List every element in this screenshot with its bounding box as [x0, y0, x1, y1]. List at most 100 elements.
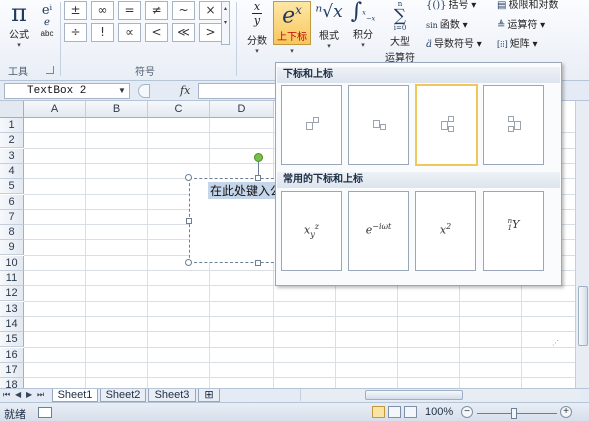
- symbol-plus-minus[interactable]: ±: [64, 1, 87, 20]
- select-all-corner[interactable]: [0, 101, 24, 118]
- row-header[interactable]: 12: [0, 286, 24, 302]
- symbol-much-less-than[interactable]: ≪: [172, 23, 195, 42]
- insert-function-button[interactable]: fx: [180, 84, 190, 97]
- symbol-tilde[interactable]: ~: [172, 1, 195, 20]
- common-script-x-sub-y-sup-z[interactable]: xyz: [281, 191, 342, 271]
- row-header[interactable]: 1: [0, 118, 24, 133]
- sigma-icon: ℯ: [44, 17, 50, 28]
- script-button[interactable]: ex 上下标: [273, 1, 311, 45]
- column-header-b[interactable]: B: [86, 101, 148, 118]
- formula-input[interactable]: [198, 83, 278, 99]
- sheet-tab-2[interactable]: Sheet2: [100, 389, 146, 402]
- next-sheet-icon[interactable]: ▶: [26, 390, 32, 399]
- row-header[interactable]: 17: [0, 362, 24, 378]
- limit-log-button[interactable]: ▤ 极限和对数: [497, 0, 558, 11]
- resize-handle-top-left[interactable]: [185, 174, 192, 181]
- name-box-dropdown-icon[interactable]: ▼: [118, 86, 126, 95]
- matrix-icon: [⁞⁞]: [497, 40, 508, 49]
- row-header[interactable]: 9: [0, 240, 24, 256]
- base-placeholder-icon: [306, 122, 313, 130]
- zoom-in-button[interactable]: +: [560, 406, 572, 418]
- column-header-d[interactable]: D: [210, 101, 274, 118]
- common-script-x-squared[interactable]: x2: [415, 191, 476, 271]
- tools-dialog-launcher-icon[interactable]: [46, 66, 54, 74]
- template-superscript[interactable]: [281, 85, 342, 165]
- first-sheet-icon[interactable]: ⏮: [3, 390, 10, 400]
- row-header[interactable]: 7: [0, 209, 24, 225]
- radical-button[interactable]: ⁿ√x 根式 ▾: [314, 1, 344, 51]
- template-subscript-superscript[interactable]: [415, 84, 478, 166]
- row-header[interactable]: 2: [0, 133, 24, 149]
- symbol-less-than[interactable]: <: [145, 23, 168, 42]
- row-header[interactable]: 16: [0, 347, 24, 363]
- sheet-tab-1[interactable]: Sheet1: [52, 389, 98, 402]
- column-header-a[interactable]: A: [24, 101, 86, 118]
- insert-sheet-icon[interactable]: ⊞: [198, 389, 220, 402]
- resize-handle-top[interactable]: [255, 175, 261, 181]
- symbol-proportional[interactable]: ∝: [118, 23, 141, 42]
- group-separator: [60, 2, 61, 76]
- operator-button[interactable]: ≜ 运算符 ▾: [497, 16, 545, 31]
- symbol-factorial[interactable]: !: [91, 23, 114, 42]
- resize-grip-icon[interactable]: ⋰: [552, 339, 559, 347]
- normal-view-icon[interactable]: [372, 406, 385, 418]
- page-layout-view-icon[interactable]: [388, 406, 401, 418]
- row-header[interactable]: 14: [0, 316, 24, 332]
- resize-handle-bottom[interactable]: [255, 260, 261, 266]
- resize-handle-left[interactable]: [186, 218, 192, 224]
- symbol-times[interactable]: ×: [199, 1, 222, 20]
- row-header[interactable]: 11: [0, 271, 24, 286]
- row-header[interactable]: 15: [0, 332, 24, 348]
- row-header[interactable]: 3: [0, 148, 24, 164]
- script-dropdown-arrow[interactable]: ▾: [286, 47, 298, 55]
- row-header[interactable]: 4: [0, 163, 24, 179]
- row-header[interactable]: 13: [0, 301, 24, 317]
- zoom-slider-thumb[interactable]: [511, 408, 517, 419]
- function-button[interactable]: sin 函数 ▾: [426, 16, 468, 31]
- equation-button[interactable]: π 公式 ▾: [4, 1, 34, 49]
- last-sheet-icon[interactable]: ⏭: [37, 390, 44, 400]
- row-header[interactable]: 6: [0, 194, 24, 210]
- page-break-view-icon[interactable]: [404, 406, 417, 418]
- rotate-handle[interactable]: [254, 153, 263, 162]
- name-box[interactable]: TextBox 2: [4, 83, 130, 99]
- prev-sheet-icon[interactable]: ◀: [15, 390, 21, 399]
- accent-button[interactable]: ä 导数符号 ▾: [426, 35, 482, 50]
- chevron-down-icon: ▾: [361, 42, 365, 49]
- row-header[interactable]: 8: [0, 225, 24, 241]
- common-script-pre-scripts-y[interactable]: n 1Y: [483, 191, 544, 271]
- symbol-greater-than[interactable]: >: [199, 23, 222, 42]
- common-script-e-power[interactable]: e−iωt: [348, 191, 409, 271]
- horizontal-scrollbar[interactable]: [300, 389, 580, 401]
- resize-handle-bottom-left[interactable]: [185, 259, 192, 266]
- radical-label: 根式: [319, 31, 339, 42]
- textbox-placeholder-text[interactable]: 在此处键入公: [208, 182, 285, 199]
- tools-group-label: 工具: [8, 67, 28, 78]
- macro-record-icon[interactable]: [38, 407, 52, 418]
- zoom-out-button[interactable]: −: [461, 406, 473, 418]
- ink-equation-button[interactable]: eⁱ ℯ abc: [36, 4, 58, 38]
- symbol-infinity[interactable]: ∞: [91, 1, 114, 20]
- formula-bar-expand-handle[interactable]: [138, 84, 150, 98]
- vertical-scrollbar[interactable]: [575, 101, 589, 388]
- symbol-not-equal[interactable]: ≠: [145, 1, 168, 20]
- zoom-level[interactable]: 100%: [425, 406, 453, 418]
- sheet-tab-3[interactable]: Sheet3: [148, 389, 196, 402]
- integral-button[interactable]: ∫x−x 积分 ▾: [348, 1, 378, 50]
- row-header[interactable]: 5: [0, 179, 24, 195]
- row-gridline: [24, 315, 575, 317]
- row-header[interactable]: 10: [0, 255, 24, 271]
- horizontal-scroll-thumb[interactable]: [365, 390, 463, 400]
- bracket-button[interactable]: {()} 括号 ▾: [426, 0, 476, 11]
- matrix-button[interactable]: [⁞⁞] 矩阵 ▾: [497, 35, 538, 50]
- template-left-subscript-superscript[interactable]: [483, 85, 544, 165]
- vertical-scroll-thumb[interactable]: [578, 286, 588, 346]
- column-header-c[interactable]: C: [148, 101, 210, 118]
- symbol-divide[interactable]: ÷: [64, 23, 87, 42]
- fraction-button[interactable]: x y 分数 ▾: [244, 1, 270, 55]
- template-subscript[interactable]: [348, 85, 409, 165]
- symbol-gallery-scroll[interactable]: ▴ ▾: [221, 1, 230, 45]
- large-operator-button[interactable]: n ∑ i=0 大型 运算符: [382, 1, 418, 65]
- zoom-slider-track[interactable]: [477, 413, 557, 414]
- symbol-equals[interactable]: =: [118, 1, 141, 20]
